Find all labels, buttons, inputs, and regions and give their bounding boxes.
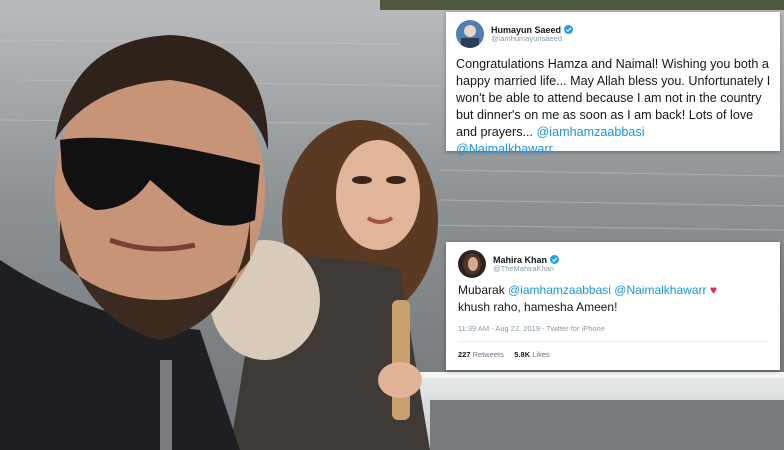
mention-link[interactable]: @iamhamzaabbasi: [508, 283, 611, 297]
tweet-text-line2: khush raho, hamesha Ameen!: [458, 300, 618, 314]
tweet-author-handle[interactable]: @TheMahiraKhan: [493, 264, 559, 274]
tweet-author-handle[interactable]: @iamhumayunsaeed: [491, 34, 573, 44]
tweet-text-word: Mubarak: [458, 283, 509, 297]
tweet-timestamp[interactable]: 11:39 AM - Aug 22, 2019 - Twitter for iP…: [458, 324, 605, 333]
avatar-mahira[interactable]: [458, 250, 486, 278]
retweets-count[interactable]: 227: [458, 350, 471, 359]
tweet-card-humayun: Humayun Saeed @iamhumayunsaeed Congratul…: [446, 12, 780, 156]
heart-icon: ♥: [709, 283, 717, 297]
mention-link[interactable]: @iamhamzaabbasi: [537, 125, 645, 139]
retweets-label[interactable]: Retweets: [473, 350, 504, 359]
tweet-text: Congratulations Hamza and Naimal! Wishin…: [456, 56, 774, 158]
avatar-humayun[interactable]: [456, 20, 484, 48]
likes-label[interactable]: Likes: [532, 350, 550, 359]
mention-link[interactable]: @Naimalkhawarr: [614, 283, 706, 297]
verified-badge-icon: [550, 255, 560, 265]
verified-badge-icon: [564, 25, 574, 35]
likes-count[interactable]: 5.8K: [514, 350, 530, 359]
tweet-stats: 227 Retweets 5.8K Likes: [458, 350, 550, 359]
tweet-card-mahira: Mahira Khan @TheMahiraKhan Mubarak @iamh…: [446, 242, 780, 370]
mention-link[interactable]: @Naimalkhawarr: [456, 142, 553, 156]
tweet-text: Mubarak @iamhamzaabbasi @Naimalkhawarr ♥…: [458, 282, 776, 316]
divider: [458, 341, 768, 342]
